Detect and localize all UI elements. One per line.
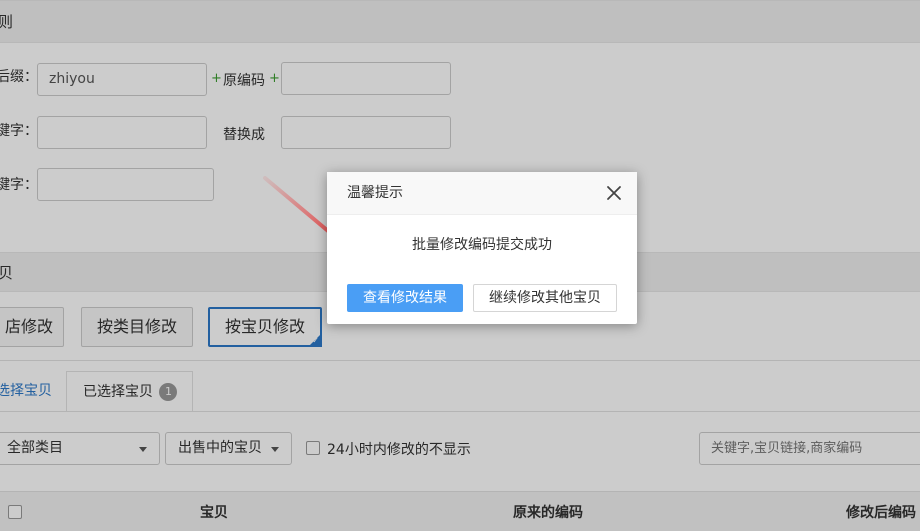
success-dialog: 温馨提示 批量修改编码提交成功 查看修改结果 继续修改其他宝贝 (327, 172, 637, 324)
dialog-title: 温馨提示 (347, 185, 403, 201)
view-results-button[interactable]: 查看修改结果 (347, 284, 463, 312)
dialog-message: 批量修改编码提交成功 (412, 237, 552, 253)
close-icon[interactable] (605, 184, 623, 202)
continue-editing-button[interactable]: 继续修改其他宝贝 (473, 284, 617, 312)
dialog-header: 温馨提示 (327, 172, 637, 215)
